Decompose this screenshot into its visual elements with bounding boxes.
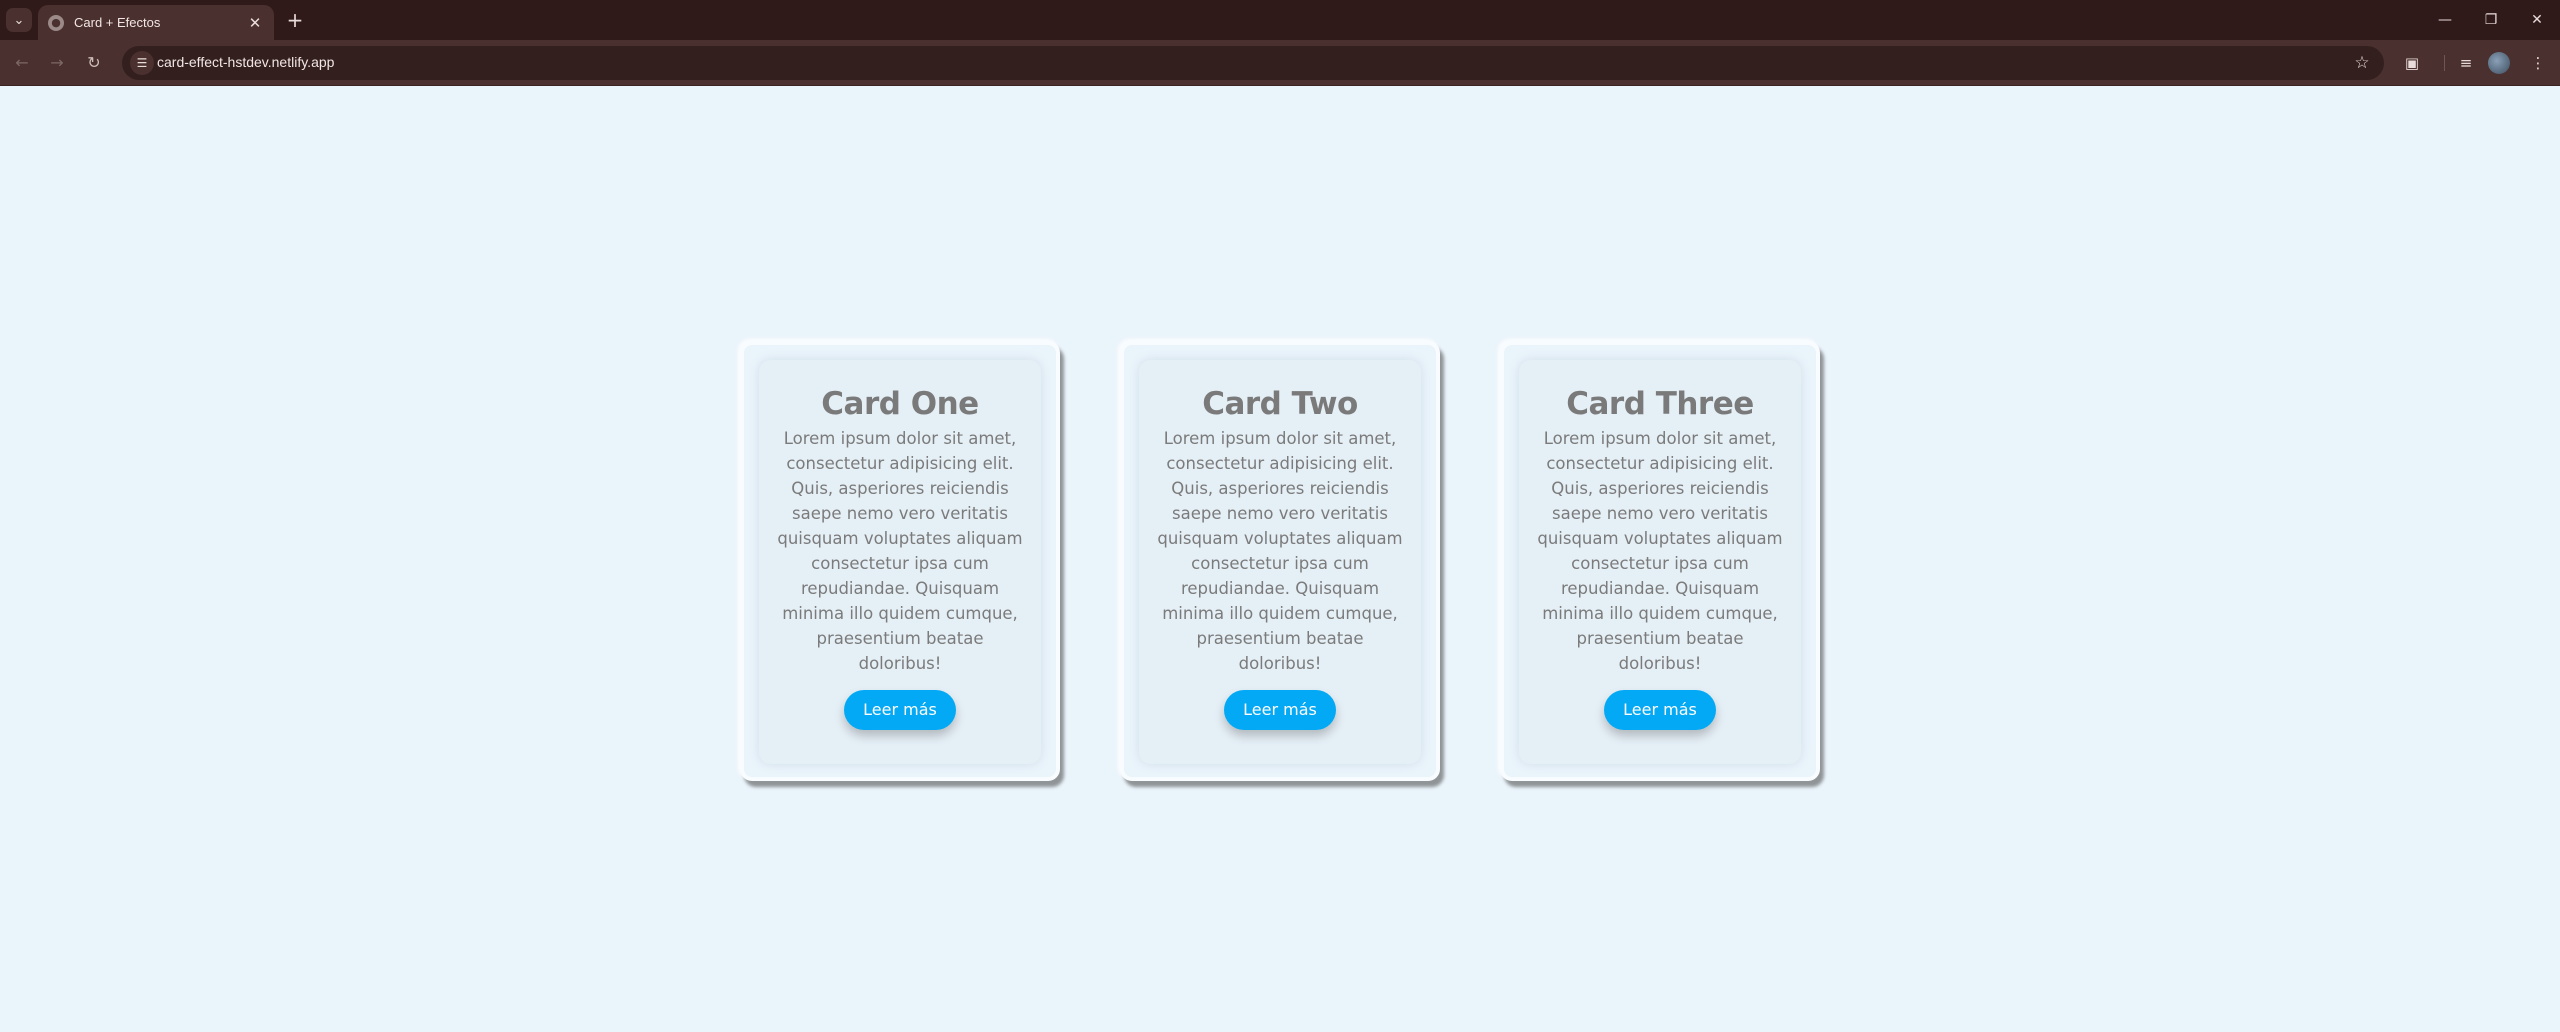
card-text: Lorem ipsum dolor sit amet, consectetur … bbox=[1157, 429, 1403, 673]
globe-icon: ● bbox=[48, 14, 64, 31]
tune-icon[interactable]: ☰ bbox=[130, 51, 154, 75]
chevron-down-icon: ⌄ bbox=[13, 12, 25, 28]
tab-search-button[interactable]: ⌄ bbox=[6, 8, 32, 32]
read-more-button[interactable]: Leer más bbox=[1604, 690, 1716, 730]
reload-icon: ↻ bbox=[87, 53, 101, 72]
browser-toolbar: ← → ↻ ☰ card-effect-hstdev.netlify.app ☆… bbox=[0, 40, 2560, 86]
card-text: Lorem ipsum dolor sit amet, consectetur … bbox=[1537, 429, 1783, 673]
close-icon[interactable]: ✕ bbox=[246, 14, 264, 32]
puzzle-icon[interactable]: ▣ bbox=[2398, 49, 2426, 77]
minimize-button[interactable]: — bbox=[2422, 6, 2468, 34]
plus-icon: + bbox=[286, 8, 304, 32]
close-window-button[interactable]: ✕ bbox=[2514, 6, 2560, 34]
close-icon: ✕ bbox=[2531, 12, 2543, 28]
kebab-menu-icon[interactable]: ⋮ bbox=[2524, 49, 2552, 77]
card-text: Lorem ipsum dolor sit amet, consectetur … bbox=[777, 429, 1023, 673]
browser-tab[interactable]: ● Card + Efectos ✕ bbox=[38, 5, 274, 40]
avatar[interactable] bbox=[2488, 52, 2510, 74]
card-frame: Card Three Lorem ipsum dolor sit amet, c… bbox=[1500, 341, 1820, 781]
back-button[interactable]: ← bbox=[8, 49, 36, 77]
page-content: Card One Lorem ipsum dolor sit amet, con… bbox=[0, 87, 2560, 1032]
address-bar[interactable]: ☰ card-effect-hstdev.netlify.app ☆ bbox=[122, 46, 2384, 80]
tab-title: Card + Efectos bbox=[74, 15, 161, 30]
tab-strip: ⌄ ● Card + Efectos ✕ + — ❐ ✕ bbox=[0, 0, 2560, 40]
arrow-right-icon: → bbox=[50, 53, 64, 72]
card-frame: Card Two Lorem ipsum dolor sit amet, con… bbox=[1120, 341, 1440, 781]
playlist-icon[interactable]: ≡ bbox=[2452, 49, 2480, 77]
read-more-button[interactable]: Leer más bbox=[1224, 690, 1336, 730]
card-title: Card Two bbox=[1202, 386, 1358, 422]
arrow-left-icon: ← bbox=[15, 53, 29, 72]
reload-button[interactable]: ↻ bbox=[80, 49, 108, 77]
card: Card Two Lorem ipsum dolor sit amet, con… bbox=[1139, 360, 1421, 764]
card: Card One Lorem ipsum dolor sit amet, con… bbox=[759, 360, 1041, 764]
card-frame: Card One Lorem ipsum dolor sit amet, con… bbox=[740, 341, 1060, 781]
restore-icon: ❐ bbox=[2484, 12, 2498, 28]
toolbar-divider bbox=[2444, 55, 2445, 71]
card-title: Card Three bbox=[1566, 386, 1754, 422]
star-icon[interactable]: ☆ bbox=[2350, 51, 2374, 75]
card: Card Three Lorem ipsum dolor sit amet, c… bbox=[1519, 360, 1801, 764]
new-tab-button[interactable]: + bbox=[282, 8, 308, 32]
read-more-button[interactable]: Leer más bbox=[844, 690, 956, 730]
url-text[interactable]: card-effect-hstdev.netlify.app bbox=[157, 54, 334, 70]
forward-button[interactable]: → bbox=[43, 49, 71, 77]
card-title: Card One bbox=[821, 386, 979, 422]
minimize-icon: — bbox=[2438, 12, 2452, 28]
restore-button[interactable]: ❐ bbox=[2468, 6, 2514, 34]
